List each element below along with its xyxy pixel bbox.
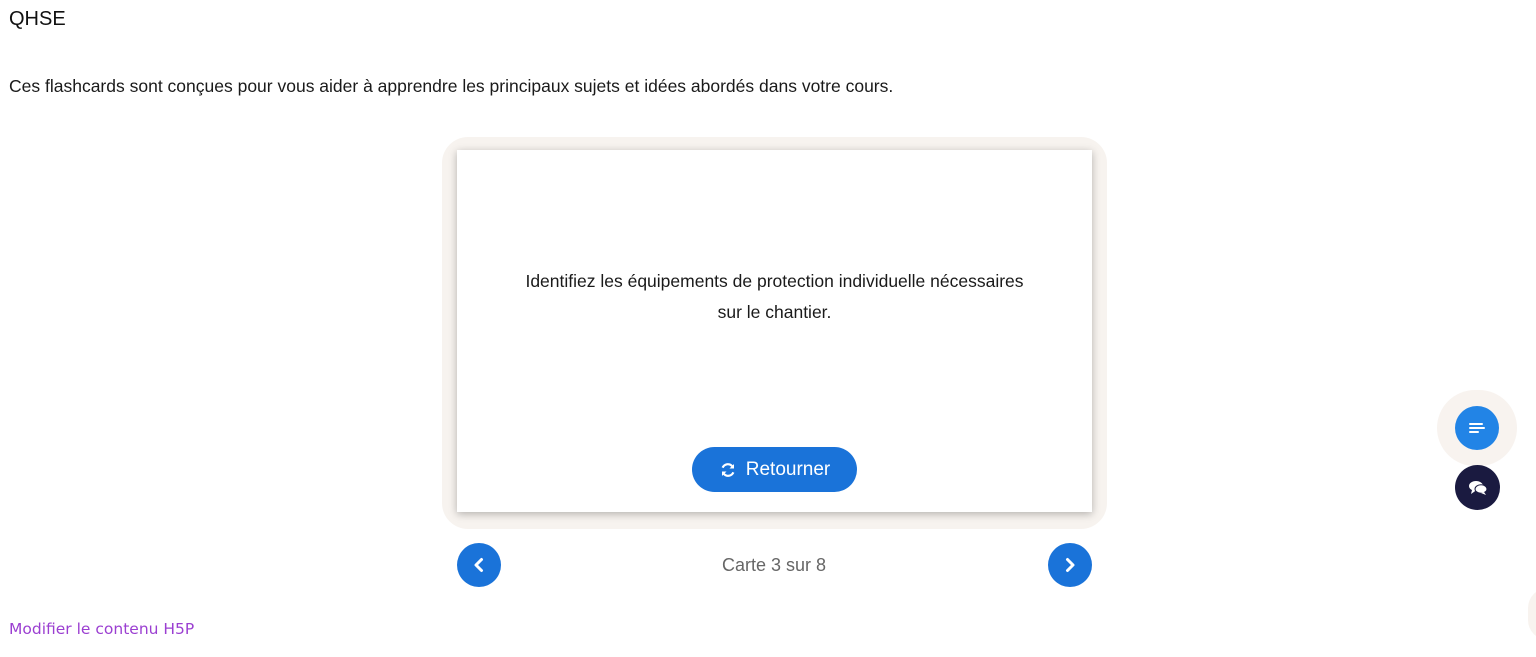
flashcard[interactable]: Identifiez les équipements de protection… — [457, 150, 1092, 512]
chat-widget-button[interactable] — [1455, 465, 1500, 510]
flashcard-question: Identifiez les équipements de protection… — [525, 271, 1024, 322]
chevron-right-icon — [1066, 558, 1075, 572]
previous-card-button[interactable] — [457, 543, 501, 587]
flip-button[interactable]: Retourner — [692, 447, 857, 492]
text-lines-icon — [1469, 423, 1485, 433]
page: QHSE Ces flashcards sont conçues pour vo… — [0, 0, 1536, 657]
menu-widget-button[interactable] — [1455, 406, 1499, 450]
refresh-icon — [721, 462, 735, 477]
card-counter: Carte 3 sur 8 — [721, 555, 827, 575]
chat-bubbles-icon — [1468, 480, 1487, 495]
next-card-button[interactable] — [1048, 543, 1092, 587]
page-description: Ces flashcards sont conçues pour vous ai… — [9, 76, 894, 96]
side-widget-edge — [1528, 588, 1536, 640]
flip-button-label: Retourner — [745, 458, 831, 480]
edit-h5p-link[interactable]: Modifier le contenu H5P — [9, 618, 194, 640]
chevron-left-icon — [474, 558, 483, 572]
page-title: QHSE — [9, 8, 66, 30]
